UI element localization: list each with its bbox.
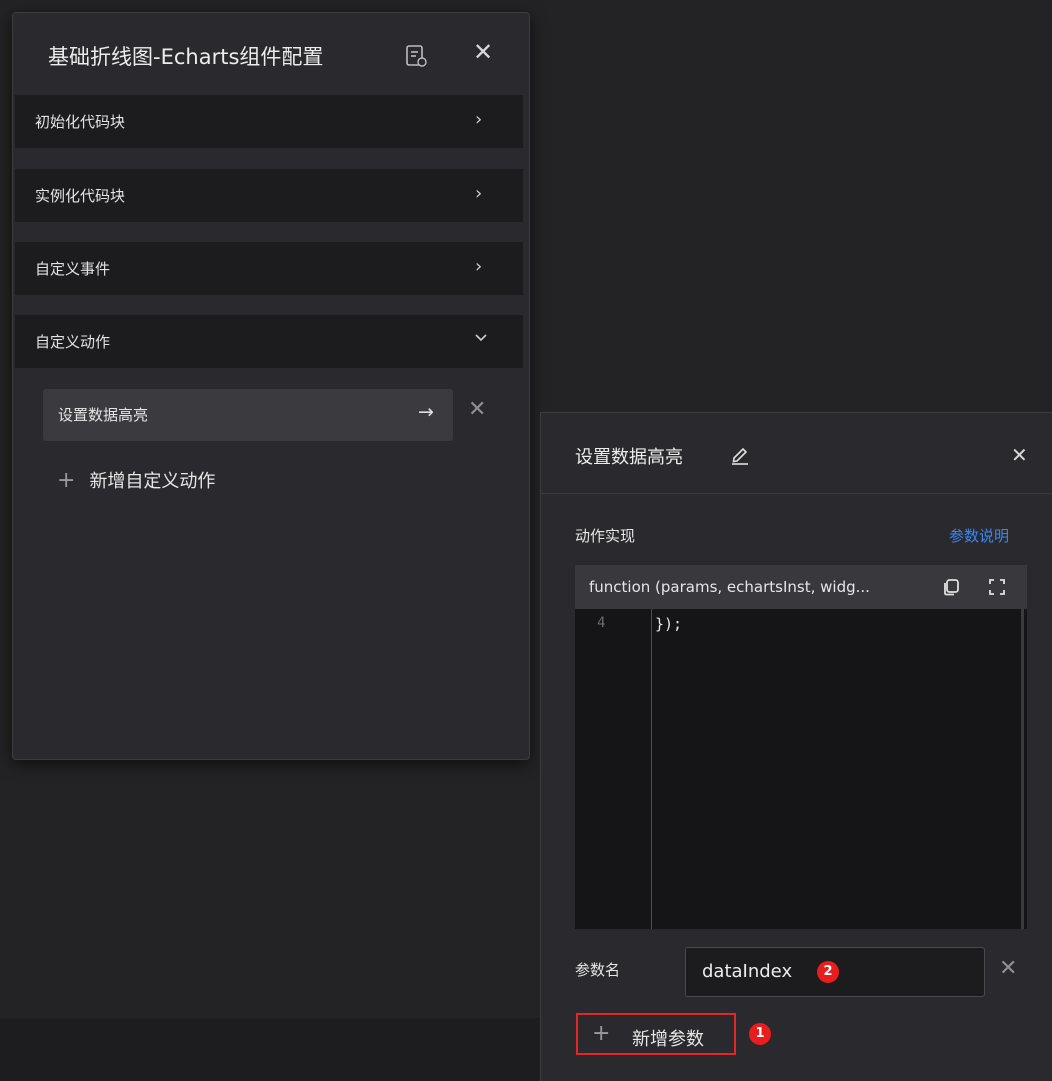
section-label: 自定义事件 — [35, 258, 110, 279]
annotation-badge-2: 2 — [817, 961, 839, 983]
canvas: 基础折线图-Echarts组件配置 ✕ 初始化代码块 › 实例化代码块 › 自定… — [0, 0, 1052, 1081]
panel-title: 基础折线图-Echarts组件配置 — [48, 41, 323, 71]
section-init-code[interactable]: 初始化代码块 › — [15, 95, 523, 148]
section-instance-code[interactable]: 实例化代码块 › — [15, 169, 523, 222]
section-label: 实例化代码块 — [35, 185, 125, 206]
code-scrollbar[interactable] — [1021, 609, 1024, 929]
panel-header: 基础折线图-Echarts组件配置 ✕ — [13, 13, 529, 95]
custom-action-label: 设置数据高亮 — [58, 404, 148, 425]
divider — [541, 493, 1052, 494]
chevron-right-icon: › — [475, 183, 482, 204]
section-custom-events[interactable]: 自定义事件 › — [15, 242, 523, 295]
line-number-gutter: 4 — [575, 609, 652, 929]
arrow-right-icon[interactable]: → — [418, 401, 434, 423]
add-custom-action-label: 新增自定义动作 — [89, 471, 215, 492]
plus-icon: + — [57, 468, 75, 493]
chevron-right-icon: › — [475, 109, 482, 130]
copy-icon[interactable] — [941, 577, 961, 597]
fullscreen-icon[interactable] — [987, 577, 1007, 597]
add-custom-action-button[interactable]: + 新增自定义动作 — [57, 467, 215, 497]
delete-action-icon[interactable]: ✕ — [468, 397, 486, 422]
add-param-label: 新增参数 — [632, 1025, 704, 1051]
param-name-label: 参数名 — [575, 959, 620, 980]
action-title: 设置数据高亮 — [575, 443, 683, 469]
chevron-down-icon — [473, 329, 489, 345]
custom-action-item[interactable]: 设置数据高亮 → — [43, 389, 453, 441]
bottom-strip — [0, 1018, 540, 1081]
section-label: 初始化代码块 — [35, 111, 125, 132]
delete-param-icon[interactable]: ✕ — [999, 956, 1017, 981]
code-editor-header: function (params, echartsInst, widg... — [575, 565, 1027, 609]
action-impl-label: 动作实现 — [575, 525, 635, 546]
code-line: }); — [655, 615, 682, 633]
code-editor[interactable]: function (params, echartsInst, widg... 4… — [575, 565, 1027, 929]
add-param-button[interactable]: + 新增参数 — [576, 1013, 736, 1055]
component-config-panel: 基础折线图-Echarts组件配置 ✕ 初始化代码块 › 实例化代码块 › 自定… — [12, 12, 530, 760]
plus-icon: + — [592, 1021, 610, 1046]
action-detail-panel: 设置数据高亮 ✕ 动作实现 参数说明 function (params, ech… — [540, 412, 1052, 1081]
line-number: 4 — [597, 615, 605, 631]
function-signature: function (params, echartsInst, widg... — [589, 578, 870, 596]
close-icon[interactable]: ✕ — [1011, 443, 1028, 467]
edit-icon[interactable] — [729, 443, 751, 465]
section-label: 自定义动作 — [35, 331, 110, 352]
close-icon[interactable]: ✕ — [473, 40, 493, 64]
param-doc-link[interactable]: 参数说明 — [949, 525, 1009, 546]
section-custom-actions[interactable]: 自定义动作 — [15, 315, 523, 368]
annotation-badge-1: 1 — [749, 1023, 771, 1045]
chevron-right-icon: › — [475, 256, 482, 277]
doc-help-icon[interactable] — [405, 44, 427, 68]
param-name-value: dataIndex — [702, 961, 792, 982]
